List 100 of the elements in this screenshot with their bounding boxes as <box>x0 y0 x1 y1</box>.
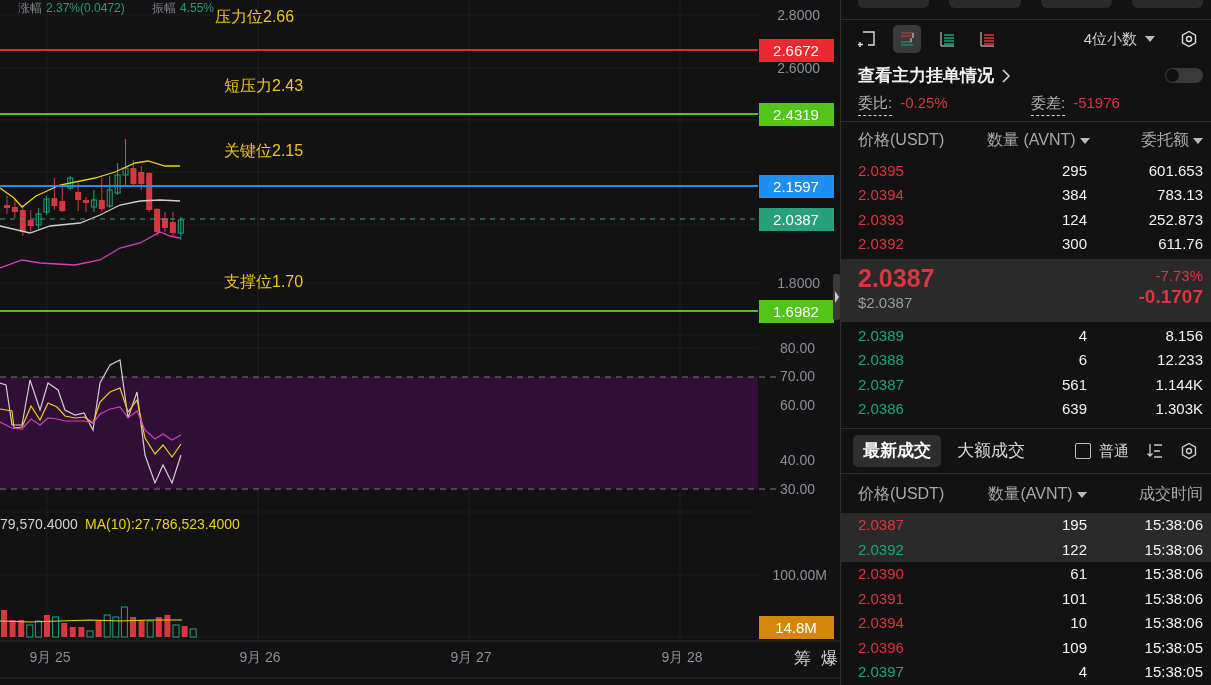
price-tag: 2.4319 <box>759 103 834 126</box>
volume-bar <box>9 620 16 637</box>
amount-cell-text: 783.13 <box>1156 185 1203 206</box>
checkbox-label: 普通 <box>1099 440 1129 461</box>
quantity-cell-text: 10 <box>1069 613 1087 634</box>
quantity-cell-text: 4 <box>1077 325 1087 346</box>
price-cell-text: 2.0389 <box>858 325 905 346</box>
level-label: 支撑位1.70 <box>224 273 304 290</box>
quantity-cell-text: 6 <box>1077 350 1087 371</box>
amount-cell-text: 1.144K <box>1154 374 1203 395</box>
stat-value: 4.55% <box>180 1 215 15</box>
price-tag: 1.6982 <box>759 300 834 323</box>
amount-cell-text: 8.156 <box>1164 325 1203 346</box>
amount-cell-text: 601.653 <box>1147 160 1203 181</box>
level-label: 短压力2.43 <box>224 77 304 94</box>
axis-label: 60.00 <box>779 397 815 413</box>
axis-label: 2.6000 <box>777 60 820 76</box>
axis-label: 30.00 <box>779 481 815 497</box>
price-cell-text: 2.0393 <box>858 209 905 230</box>
price-tag: 2.1597 <box>759 175 834 198</box>
chart-tool-button[interactable]: 筹 <box>794 649 811 668</box>
stat-label: 委差: <box>1031 92 1066 116</box>
sort-icon <box>1146 442 1164 461</box>
price-cell-text: 2.0387 <box>858 515 905 536</box>
order-book-icon <box>898 30 916 49</box>
quantity-cell-text: 639 <box>1060 399 1087 420</box>
axis-label: 1.8000 <box>777 275 820 291</box>
axis-label: 70.00 <box>779 368 815 384</box>
stat-value: 2.37%(0.0472) <box>46 1 125 15</box>
price-cell-text: 2.0391 <box>858 588 905 609</box>
indicator-value: MA(10):27,786,523.4000 <box>85 516 240 532</box>
quantity-cell-text: 195 <box>1060 515 1087 536</box>
stat-label: 委比: <box>858 92 893 116</box>
settings-icon <box>1180 30 1198 49</box>
price-cell-text: 2.0390 <box>858 564 905 585</box>
price-cell-text: 2.0394 <box>858 613 905 634</box>
time-cell-text: 15:38:06 <box>1143 539 1203 560</box>
date-label: 9月 25 <box>29 649 71 665</box>
trades-tab[interactable]: 大额成交 <box>947 435 1035 467</box>
settings-icon <box>1180 442 1198 461</box>
time-cell-text: 15:38:06 <box>1143 588 1203 609</box>
column-header[interactable]: 委托额 <box>1140 131 1189 149</box>
column-header[interactable]: 数量(AVNT) <box>988 484 1073 502</box>
column-header[interactable]: 数量 (AVNT) <box>987 131 1076 149</box>
amount-cell-text: 1.303K <box>1154 399 1203 420</box>
price-tag: 2.6672 <box>759 39 834 62</box>
checkbox[interactable] <box>1075 443 1091 460</box>
price-tag: 14.8M <box>759 616 834 639</box>
quantity-cell-text: 124 <box>1060 209 1087 230</box>
price-cell-text: 2.0392 <box>858 234 905 255</box>
chart-tool-button[interactable]: 爆 <box>821 649 838 668</box>
column-header: 成交时间 <box>1139 484 1203 502</box>
stat-value: -51976 <box>1073 93 1120 114</box>
change-percent: -7.73% <box>1155 266 1203 286</box>
add-window-icon <box>858 30 876 49</box>
precision-dropdown[interactable]: 4位小数 <box>1075 28 1163 51</box>
caret-icon <box>1145 36 1155 43</box>
axis-label: 2.8000 <box>777 7 820 23</box>
quantity-cell-text: 4 <box>1077 662 1087 683</box>
volume-bar <box>130 617 136 637</box>
amount-cell-text: 252.873 <box>1147 209 1203 230</box>
date-label: 9月 28 <box>661 649 703 665</box>
time-cell-text: 15:38:05 <box>1143 662 1203 683</box>
last-price: 2.0387 <box>858 265 935 293</box>
stat-label: 涨幅 <box>18 1 42 15</box>
quantity-cell-text: 384 <box>1060 185 1087 206</box>
order-book-icon <box>978 30 996 49</box>
quantity-cell-text: 109 <box>1060 637 1087 658</box>
column-header: 价格(USDT) <box>858 484 945 502</box>
price-cell-text: 2.0387 <box>858 374 905 395</box>
price-cell-text: 2.0386 <box>858 399 905 420</box>
quantity-cell-text: 122 <box>1060 539 1087 560</box>
axis-label: 100.00M <box>772 567 827 583</box>
toggle-switch[interactable] <box>1165 68 1203 84</box>
volume-bar <box>44 615 50 637</box>
view-mode-button[interactable] <box>893 25 921 54</box>
main-orders-link[interactable]: 查看主力挂单情况 <box>858 62 1010 89</box>
volume-bar <box>1 610 7 637</box>
price-cell-text: 2.0388 <box>858 350 905 371</box>
price-cell-text: 2.0392 <box>858 539 905 560</box>
amount-cell-text: 12.233 <box>1156 350 1203 371</box>
change-value: -0.1707 <box>1138 287 1203 309</box>
collapse-handle[interactable] <box>833 274 840 320</box>
time-cell-text: 15:38:05 <box>1143 637 1203 658</box>
date-label: 9月 26 <box>239 649 281 665</box>
column-header: 价格(USDT) <box>858 131 945 149</box>
quantity-cell-text: 295 <box>1060 160 1087 181</box>
time-cell-text: 15:38:06 <box>1143 564 1203 585</box>
quantity-cell-text: 61 <box>1069 564 1087 585</box>
quantity-cell-text: 300 <box>1060 234 1087 255</box>
price-cell-text: 2.0396 <box>858 637 905 658</box>
indicator-value: 79,570.4000 <box>0 516 78 532</box>
quantity-cell-text: 561 <box>1060 374 1087 395</box>
order-book-icon <box>938 30 956 49</box>
level-label: 压力位2.66 <box>215 8 295 25</box>
price-cell-text: 2.0394 <box>858 185 905 206</box>
amount-cell-text: 611.76 <box>1157 234 1203 255</box>
axis-label: 40.00 <box>779 452 815 468</box>
trades-tab[interactable]: 最新成交 <box>853 435 941 467</box>
price-cell-text: 2.0395 <box>858 160 905 181</box>
